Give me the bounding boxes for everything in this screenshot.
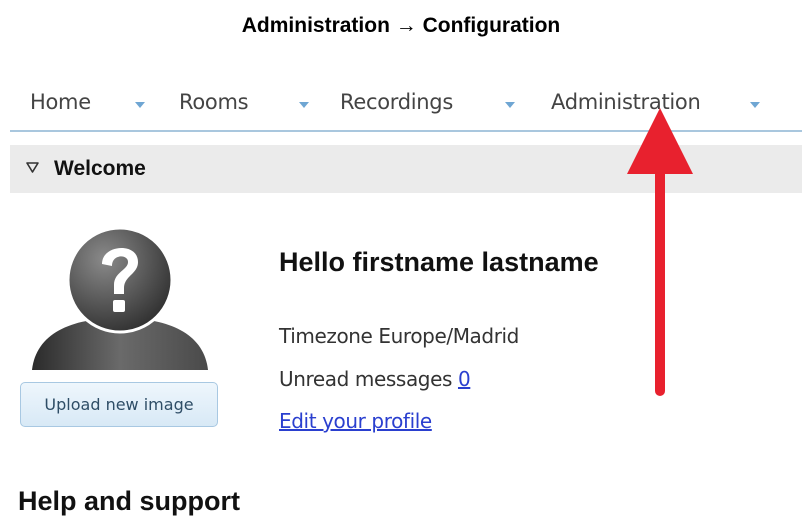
upload-new-image-button[interactable]: Upload new image [20,382,218,427]
edit-profile-line: Edit your profile [279,409,432,433]
timezone-text: Timezone Europe/Madrid [279,324,519,348]
help-and-support-heading: Help and support [18,486,240,516]
menu-item-home[interactable]: Home [30,90,91,114]
page: Administration → Configuration Home Room… [0,0,802,521]
avatar-placeholder-icon [32,226,208,370]
chevron-down-icon[interactable] [750,102,760,108]
chevron-down-icon[interactable] [299,102,309,108]
edit-profile-link[interactable]: Edit your profile [279,409,432,433]
menu-item-rooms[interactable]: Rooms [179,90,249,114]
welcome-title: Welcome [54,157,146,180]
red-pointer-arrow-icon [627,108,693,396]
menu-item-recordings[interactable]: Recordings [340,90,453,114]
caption-title: Administration → Configuration [241,14,561,37]
chevron-down-icon[interactable] [505,102,515,108]
collapse-triangle-icon[interactable] [26,161,39,174]
chevron-down-icon[interactable] [135,102,145,108]
greeting-heading: Hello firstname lastname [279,247,599,277]
unread-messages-line: Unread messages 0 [279,367,471,391]
unread-messages-label: Unread messages [279,367,453,391]
unread-messages-count-link[interactable]: 0 [458,367,471,391]
